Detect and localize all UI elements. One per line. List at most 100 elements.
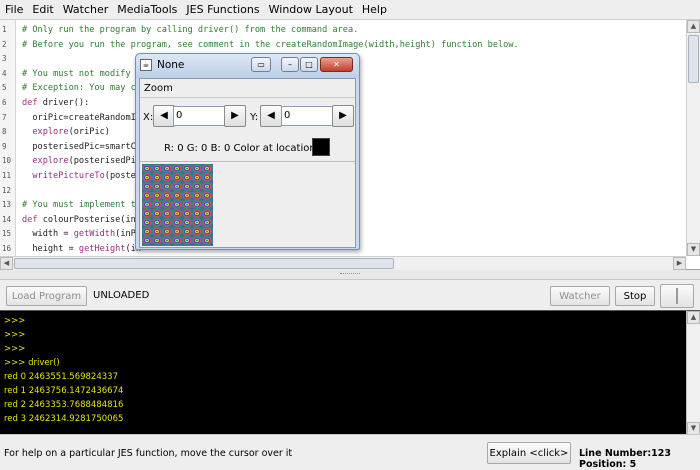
console-vertical-scrollbar[interactable]: ▲ ▼ bbox=[686, 311, 700, 435]
menu-watcher[interactable]: Watcher bbox=[58, 3, 113, 16]
x-increment-button[interactable]: ▶ bbox=[224, 105, 246, 127]
command-console[interactable]: >>> >>> >>> >>> driver() red 0 2463551.56982… bbox=[0, 310, 700, 435]
console-line: >>> bbox=[4, 330, 26, 340]
random-image-thumbnail[interactable] bbox=[142, 164, 213, 246]
x-decrement-button[interactable]: ◀ bbox=[153, 105, 175, 127]
console-line: >>> bbox=[4, 344, 26, 354]
line-number: 9 bbox=[2, 141, 7, 151]
code-token: explore bbox=[22, 156, 69, 167]
scroll-left-icon[interactable]: ◀ bbox=[0, 257, 13, 270]
picture-tool-window[interactable]: ☕ None ▭ – □ ✕ Zoom X: ◀ 0 ▶ Y: ◀ 0 ▶ R:… bbox=[135, 53, 360, 250]
program-toolbar: Load Program UNLOADED Watcher Stop bbox=[0, 281, 700, 310]
picture-tool-titlebar[interactable]: ☕ None ▭ – □ ✕ bbox=[136, 54, 359, 78]
code-token: (posterisedPic bbox=[68, 156, 142, 167]
arrow-right-icon: ▶ bbox=[339, 110, 347, 121]
window-title: None bbox=[157, 59, 185, 71]
color-readout: R: 0 G: 0 B: 0 Color at location: bbox=[164, 143, 320, 154]
line-number: 10 bbox=[2, 156, 12, 166]
code-token: # You must implement th bbox=[22, 200, 141, 211]
divider-grip[interactable] bbox=[340, 273, 360, 276]
console-line: red 0 2463551.569824337 bbox=[4, 372, 118, 382]
maximize-icon[interactable]: □ bbox=[300, 57, 318, 72]
scroll-down-icon[interactable]: ▼ bbox=[687, 243, 700, 256]
picture-viewport[interactable] bbox=[140, 161, 355, 247]
scroll-thumb[interactable] bbox=[688, 35, 699, 83]
line-number: 1 bbox=[2, 25, 7, 34]
code-token: width = bbox=[22, 229, 74, 240]
line-position-indicator: Line Number:123 Position: 5 bbox=[579, 448, 671, 470]
console-line: red 2 2463353.7688484816 bbox=[4, 400, 124, 410]
console-line: >>> driver() bbox=[4, 358, 60, 368]
code-token: posterisedPic=smartCo bbox=[22, 141, 141, 152]
line-number: 5 bbox=[2, 83, 7, 93]
scroll-right-icon[interactable]: ▶ bbox=[673, 257, 686, 270]
code-text: oriPic=createRandomIm bbox=[22, 111, 141, 126]
code-line[interactable]: 2 # Before you run the program, see comme… bbox=[0, 38, 686, 53]
x-coordinate-input[interactable]: 0 bbox=[173, 106, 225, 126]
menu-file[interactable]: File bbox=[0, 3, 27, 16]
line-number: 2 bbox=[2, 39, 7, 49]
code-token: explore bbox=[22, 127, 69, 138]
menu-help[interactable]: Help bbox=[357, 3, 391, 16]
line-number: 4 bbox=[2, 68, 7, 78]
stop-button[interactable]: Stop bbox=[615, 286, 655, 306]
line-number: 13 bbox=[2, 200, 12, 210]
code-token: height = bbox=[22, 243, 79, 254]
code-text: def driver(): bbox=[22, 96, 89, 111]
line-number: 14 bbox=[2, 214, 12, 224]
line-number: 11 bbox=[2, 170, 12, 180]
editor-vertical-scrollbar[interactable]: ▲ ▼ bbox=[686, 20, 700, 256]
arrow-right-icon: ▶ bbox=[231, 110, 239, 121]
y-label: Y: bbox=[250, 112, 259, 123]
code-token: colourPosterise(inP bbox=[42, 214, 142, 225]
code-token: # Before you run the program, see commen… bbox=[22, 39, 519, 50]
menu-bar: File Edit Watcher MediaTools JES Functions Wi… bbox=[0, 0, 700, 20]
line-number: 15 bbox=[2, 229, 12, 239]
split-pane-divider[interactable] bbox=[0, 270, 700, 280]
code-token: getHeight bbox=[78, 243, 126, 254]
menu-edit[interactable]: Edit bbox=[27, 3, 57, 16]
separator-icon bbox=[676, 288, 678, 304]
scroll-up-icon[interactable]: ▲ bbox=[687, 20, 700, 33]
menu-mediatools[interactable]: MediaTools bbox=[112, 3, 181, 16]
code-token: writePictureTo bbox=[22, 170, 105, 181]
y-increment-button[interactable]: ▶ bbox=[332, 105, 354, 127]
arrow-left-icon: ◀ bbox=[267, 110, 275, 121]
code-line[interactable]: 1 # Only run the program by calling drive… bbox=[0, 23, 686, 38]
code-token: driver(): bbox=[42, 97, 90, 108]
picture-tool-body: Zoom X: ◀ 0 ▶ Y: ◀ 0 ▶ R: 0 G: 0 B: 0 Co… bbox=[139, 78, 356, 248]
editor-horizontal-scrollbar[interactable]: ◀ ▶ bbox=[0, 256, 686, 270]
line-number: 3 bbox=[2, 54, 7, 64]
line-number: 8 bbox=[2, 127, 7, 137]
code-token: (oriPic) bbox=[68, 127, 110, 138]
code-text: # Only run the program by calling driver… bbox=[22, 23, 358, 38]
code-token: # Exception: You may ch bbox=[22, 83, 141, 94]
console-toggle-button[interactable] bbox=[660, 284, 694, 308]
close-icon[interactable]: ✕ bbox=[320, 57, 353, 72]
menu-window-layout[interactable]: Window Layout bbox=[264, 3, 357, 16]
zoom-menu[interactable]: Zoom bbox=[144, 83, 173, 94]
line-number: 6 bbox=[2, 97, 7, 107]
console-output: >>> >>> >>> >>> driver() red 0 2463551.56982… bbox=[4, 314, 123, 426]
code-text: height = getHeight(in bbox=[22, 242, 141, 256]
console-line: >>> bbox=[4, 316, 26, 326]
horizontal-scroll-thumb[interactable] bbox=[14, 258, 394, 269]
scroll-up-icon[interactable]: ▲ bbox=[687, 311, 700, 324]
y-decrement-button[interactable]: ◀ bbox=[260, 105, 282, 127]
code-text: # Before you run the program, see commen… bbox=[22, 38, 519, 53]
minimize-icon[interactable]: – bbox=[281, 57, 299, 72]
color-swatch bbox=[312, 138, 330, 156]
code-text: def colourPosterise(inP bbox=[22, 213, 141, 228]
code-text: # You must implement th bbox=[22, 198, 141, 213]
y-coordinate-input[interactable]: 0 bbox=[281, 106, 333, 126]
watcher-button[interactable]: Watcher bbox=[550, 286, 610, 306]
code-text: explore(posterisedPic bbox=[22, 154, 141, 169]
restore-icon[interactable]: ▭ bbox=[251, 57, 271, 72]
explain-button[interactable]: Explain <click> bbox=[487, 442, 571, 464]
menu-jes-functions[interactable]: JES Functions bbox=[181, 3, 263, 16]
load-program-button[interactable]: Load Program bbox=[6, 286, 87, 306]
window-app-icon: ☕ bbox=[140, 59, 152, 71]
code-token: oriPic=createRandomIm bbox=[22, 112, 141, 123]
x-label: X: bbox=[143, 112, 154, 123]
status-bar: For help on a particular JES function, m… bbox=[0, 434, 700, 470]
